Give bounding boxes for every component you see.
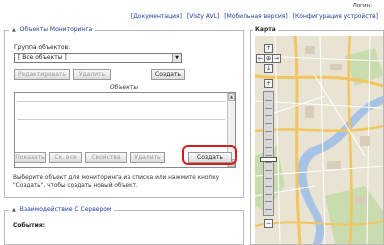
pan-right-icon[interactable]: → xyxy=(272,54,281,63)
properties-button[interactable]: Свойства xyxy=(85,152,127,163)
zoom-tick xyxy=(265,201,272,203)
zoom-tick xyxy=(265,115,272,117)
create-button-top[interactable]: Создать xyxy=(151,69,185,80)
objects-list-label: Объекты xyxy=(109,84,139,91)
zoom-tick xyxy=(265,170,272,172)
pan-down-icon[interactable]: ↓ xyxy=(264,64,273,73)
map-title: Карта xyxy=(253,26,278,33)
zoom-tick xyxy=(265,185,272,187)
top-navigation: [Документация] [Visty AVL] [Мобильная ве… xyxy=(128,13,378,20)
login-label: Логин: xyxy=(352,3,372,9)
map-tiles xyxy=(255,36,383,244)
zoom-slider-track[interactable] xyxy=(263,91,274,216)
server-interaction-panel: ▲ Взаимодействие С Сервером События: xyxy=(4,206,244,245)
zoom-out-icon[interactable]: − xyxy=(264,219,273,228)
edit-button[interactable]: Редактировать xyxy=(14,69,70,80)
pan-up-icon[interactable]: ↑ xyxy=(264,44,273,53)
zoom-tick xyxy=(265,193,272,195)
scroll-up-icon[interactable]: ▲ xyxy=(228,93,235,101)
group-label: Группа объектов: xyxy=(14,44,71,51)
collapse-arrow-icon[interactable]: ▲ xyxy=(12,207,16,213)
map-panel: Карта ↑ ← ⊕ → ↓ + − xyxy=(250,26,384,245)
delete-button[interactable]: Удалить xyxy=(73,69,111,80)
zoom-slider-thumb[interactable] xyxy=(260,157,277,162)
visty-avl-link[interactable]: [Visty AVL] xyxy=(187,13,219,20)
zoom-tick xyxy=(265,138,272,140)
objects-panel-title: Объекты Мониторинга xyxy=(19,26,93,33)
map-view[interactable]: ↑ ← ⊕ → ↓ + − xyxy=(255,36,383,244)
group-select-value: [ Все объекты ] xyxy=(18,54,67,61)
show-button[interactable]: Показать xyxy=(14,152,46,163)
docs-link[interactable]: [Документация] xyxy=(131,13,182,20)
list-row-divider xyxy=(17,101,225,102)
create-button-highlight xyxy=(182,145,237,165)
zoom-tick xyxy=(265,162,272,164)
delete-button-bottom[interactable]: Удалить xyxy=(130,152,165,163)
zoom-tick xyxy=(265,177,272,179)
zoom-tick xyxy=(265,123,272,125)
zoom-tick xyxy=(265,107,272,109)
zoom-tick xyxy=(265,154,272,156)
zoom-tick xyxy=(265,131,272,133)
mobile-version-link[interactable]: [Мобильная версия] xyxy=(224,13,287,20)
objects-panel-header[interactable]: ▲ Объекты Мониторинга xyxy=(9,26,96,33)
monitoring-objects-panel: ▲ Объекты Мониторинга Группа объектов: [… xyxy=(4,26,244,198)
chevron-down-icon[interactable]: ▼ xyxy=(172,54,181,62)
zoom-tick xyxy=(265,99,272,101)
zoom-in-icon[interactable]: + xyxy=(264,79,273,88)
group-select[interactable]: [ Все объекты ] ▼ xyxy=(14,53,182,63)
list-row-divider xyxy=(17,119,225,120)
zoom-tick xyxy=(265,146,272,148)
collapse-arrow-icon[interactable]: ▲ xyxy=(12,27,16,33)
zoom-tick xyxy=(265,209,272,211)
events-label: События: xyxy=(13,222,46,229)
device-config-link[interactable]: [Конфигурация устройств] xyxy=(293,13,378,20)
show-all-button[interactable]: Ск. все xyxy=(49,152,82,163)
server-panel-title: Взаимодействие С Сервером xyxy=(19,206,112,213)
hint-text: Выберите объект для мониторинга из списк… xyxy=(13,175,220,189)
server-panel-header[interactable]: ▲ Взаимодействие С Сервером xyxy=(9,206,115,213)
